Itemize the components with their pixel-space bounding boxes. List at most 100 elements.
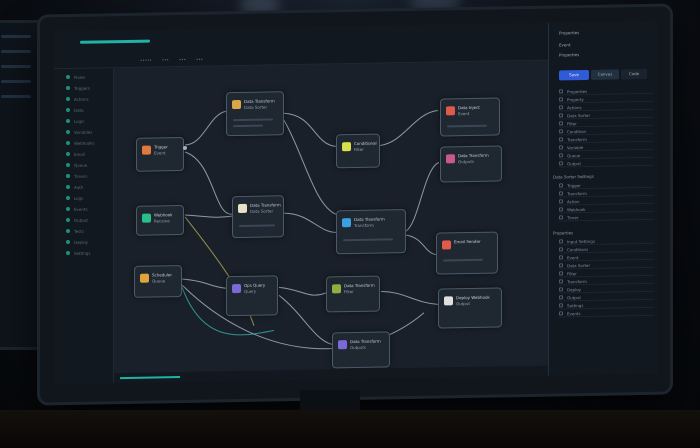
property-label: Filter [567, 270, 577, 276]
node-icon [238, 203, 247, 214]
node-title: Data Inject [458, 104, 480, 111]
property-label: Deploy [567, 286, 582, 292]
checkbox[interactable] [559, 207, 563, 212]
workflow-node[interactable]: Data Inject Event [440, 97, 500, 137]
sidebar-item[interactable]: Deploy [66, 238, 113, 245]
node-subtitle: Receive [154, 218, 170, 224]
menu-tab[interactable]: ••• [196, 57, 203, 62]
sidebar-item[interactable]: Webhooks [66, 139, 113, 146]
node-icon [442, 240, 451, 250]
property-label: Settings [567, 302, 584, 308]
node-title: Scheduler [152, 272, 173, 278]
checkbox[interactable] [559, 191, 563, 196]
node-title: Conditional [354, 140, 377, 147]
workflow-node[interactable]: Scheduler Queue [134, 265, 182, 298]
node-subtitle: Filter [354, 146, 364, 153]
workflow-node[interactable]: Data Transform Data Sorter [232, 195, 284, 239]
workflow-node[interactable]: Conditional Filter [336, 133, 380, 169]
node-detail-line [233, 118, 273, 122]
sidebar-item-icon [66, 206, 70, 212]
sidebar-item[interactable]: Flows [66, 73, 113, 80]
checkbox[interactable] [559, 183, 563, 188]
menu-tab[interactable]: ••••• [140, 58, 152, 63]
sidebar-item-icon [66, 173, 70, 179]
property-row[interactable]: Output [559, 158, 654, 168]
node-detail-line [233, 124, 263, 128]
sidebar-item[interactable]: Variables [66, 128, 113, 135]
sidebar-item[interactable]: Email [66, 150, 113, 157]
sidebar-item[interactable]: Logs [66, 194, 113, 201]
checkbox[interactable] [559, 303, 563, 308]
checkbox[interactable] [559, 255, 563, 260]
checkbox[interactable] [559, 145, 563, 150]
checkbox[interactable] [559, 311, 563, 316]
checkbox[interactable] [559, 89, 563, 94]
workflow-node[interactable]: Data Transform Transform [336, 209, 406, 255]
sidebar-item[interactable]: Actions [66, 95, 113, 102]
workflow-canvas[interactable]: Trigger Event Data Transform Data Sorter… [114, 60, 548, 374]
sidebar-item[interactable]: Triggers [66, 84, 113, 91]
sidebar-item[interactable]: Data [66, 106, 113, 113]
sidebar-item[interactable]: Output [66, 216, 113, 223]
checkbox[interactable] [559, 105, 563, 110]
checkbox[interactable] [559, 199, 563, 204]
checkbox[interactable] [559, 129, 563, 134]
node-title: Data Transform [350, 338, 381, 345]
sidebar-item[interactable]: Queue [66, 161, 113, 168]
checkbox[interactable] [559, 137, 563, 142]
save-button[interactable]: Save [559, 69, 589, 81]
workflow-node[interactable]: Data Transform Data Sorter [226, 91, 284, 137]
checkbox[interactable] [559, 239, 563, 244]
workflow-node[interactable]: Trigger Event [136, 136, 187, 172]
checkbox[interactable] [559, 271, 563, 276]
sidebar-item-label: Data [74, 107, 84, 113]
checkbox[interactable] [559, 215, 563, 220]
sidebar-item[interactable]: Tests [66, 227, 113, 234]
node-icon [140, 273, 149, 283]
checkbox[interactable] [559, 295, 563, 300]
menu-tab[interactable]: ••• [162, 57, 169, 62]
sidebar-item[interactable]: Events [66, 205, 113, 212]
canvas-tab[interactable]: Canvas [591, 69, 619, 80]
property-label: Actions [567, 104, 582, 110]
sidebar-item[interactable]: Auth [66, 183, 113, 190]
connection-line [283, 112, 337, 147]
section-header[interactable]: Properties [553, 230, 573, 235]
property-row[interactable]: Events [559, 308, 654, 318]
section-header[interactable]: Data Sorter Settings [553, 174, 594, 180]
workflow-node[interactable]: Data Transform Filter [326, 275, 380, 313]
checkbox[interactable] [559, 247, 563, 252]
sidebar-item-label: Deploy [74, 239, 89, 245]
checkbox[interactable] [559, 113, 563, 118]
panel-field[interactable]: Event [559, 42, 570, 47]
workflow-node[interactable]: Webhook Receive [136, 204, 184, 236]
workflow-node[interactable]: Data Transform Outputs [332, 331, 390, 369]
sidebar-item-label: Settings [74, 250, 91, 256]
workflow-node[interactable]: Email Sender [436, 231, 498, 275]
checkbox[interactable] [559, 263, 563, 268]
node-subtitle: Outputs [350, 344, 366, 351]
workflow-node[interactable]: Data Transform Outputs [440, 145, 502, 183]
checkbox[interactable] [559, 121, 563, 126]
connection-line [283, 119, 337, 215]
sidebar-item[interactable]: Settings [66, 249, 113, 256]
workflow-node[interactable]: Ops Query Query [226, 275, 278, 317]
checkbox[interactable] [559, 161, 563, 166]
node-title: Data Transform [244, 98, 275, 104]
property-row[interactable]: Timer [559, 212, 654, 222]
workflow-node[interactable]: Deploy Webhook Output [438, 287, 502, 329]
property-label: Transform [567, 278, 587, 284]
checkbox[interactable] [559, 153, 563, 158]
sidebar-item[interactable]: Logic [66, 117, 113, 124]
node-icon [142, 145, 151, 155]
checkbox[interactable] [559, 279, 563, 284]
checkbox[interactable] [559, 97, 563, 102]
panel-field[interactable]: Properties [559, 52, 579, 57]
menu-tab[interactable]: ••• [179, 57, 186, 62]
connection-line [181, 278, 227, 289]
sidebar-item[interactable]: Timers [66, 172, 113, 179]
sidebar-item-label: Logs [74, 195, 84, 201]
code-tab[interactable]: Code [621, 68, 647, 80]
checkbox[interactable] [559, 287, 563, 292]
sidebar-item-icon [66, 118, 70, 124]
